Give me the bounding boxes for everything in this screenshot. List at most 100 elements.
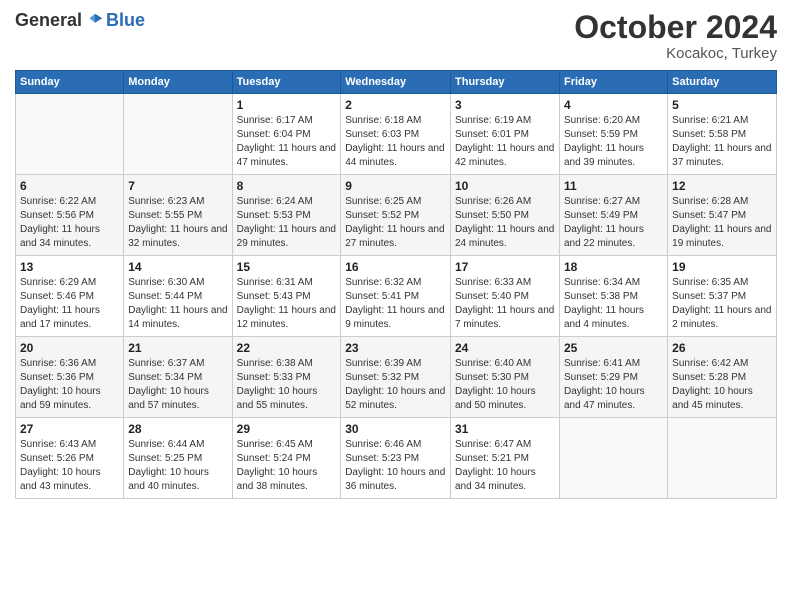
day-number: 12 (672, 179, 772, 193)
day-number: 13 (20, 260, 119, 274)
calendar-cell (16, 94, 124, 175)
logo: General Blue (15, 10, 145, 31)
calendar-cell: 31Sunrise: 6:47 AM Sunset: 5:21 PM Dayli… (451, 418, 560, 499)
day-number: 10 (455, 179, 555, 193)
day-number: 30 (345, 422, 446, 436)
day-info: Sunrise: 6:18 AM Sunset: 6:03 PM Dayligh… (345, 114, 446, 170)
calendar-cell: 8 Sunrise: 6:24 AM Sunset: 5:53 PM Daylig… (232, 175, 341, 256)
day-info: Sunrise: 6:26 AM Sunset: 5:50 PM Dayligh… (455, 195, 555, 251)
day-number: 18 (564, 260, 663, 274)
weekday-header-wednesday: Wednesday (341, 71, 451, 94)
calendar-cell: 7 Sunrise: 6:23 AM Sunset: 5:55 PM Daylig… (124, 175, 232, 256)
day-number: 3 (455, 98, 555, 112)
day-info: Sunrise: 6:36 AM Sunset: 5:36 PM Dayligh… (20, 357, 119, 413)
day-number: 26 (672, 341, 772, 355)
calendar-cell: 1Sunrise: 6:17 AM Sunset: 6:04 PM Daylig… (232, 94, 341, 175)
day-info: Sunrise: 6:32 AM Sunset: 5:41 PM Dayligh… (345, 276, 446, 332)
day-number: 4 (564, 98, 663, 112)
calendar-table: SundayMondayTuesdayWednesdayThursdayFrid… (15, 70, 777, 499)
day-info: Sunrise: 6:22 AM Sunset: 5:56 PM Dayligh… (20, 195, 119, 251)
calendar-cell: 27 Sunrise: 6:43 AM Sunset: 5:26 PM Dayli… (16, 418, 124, 499)
calendar-cell: 15Sunrise: 6:31 AM Sunset: 5:43 PM Dayli… (232, 256, 341, 337)
day-info: Sunrise: 6:23 AM Sunset: 5:55 PM Dayligh… (128, 195, 227, 251)
calendar-cell (668, 418, 777, 499)
calendar-cell: 3 Sunrise: 6:19 AM Sunset: 6:01 PM Daylig… (451, 94, 560, 175)
day-number: 2 (345, 98, 446, 112)
day-info: Sunrise: 6:39 AM Sunset: 5:32 PM Dayligh… (345, 357, 446, 413)
page: General Blue October 2024 Kocakoc, Turke… (0, 0, 792, 612)
day-number: 20 (20, 341, 119, 355)
day-number: 9 (345, 179, 446, 193)
location: Kocakoc, Turkey (574, 45, 777, 62)
day-number: 1 (237, 98, 337, 112)
weekday-header-monday: Monday (124, 71, 232, 94)
weekday-header-sunday: Sunday (16, 71, 124, 94)
day-info: Sunrise: 6:31 AM Sunset: 5:43 PM Dayligh… (237, 276, 337, 332)
calendar-cell: 24 Sunrise: 6:40 AM Sunset: 5:30 PM Dayli… (451, 337, 560, 418)
day-info: Sunrise: 6:21 AM Sunset: 5:58 PM Dayligh… (672, 114, 772, 170)
calendar-cell: 26Sunrise: 6:42 AM Sunset: 5:28 PM Dayli… (668, 337, 777, 418)
day-info: Sunrise: 6:38 AM Sunset: 5:33 PM Dayligh… (237, 357, 337, 413)
calendar-cell: 6 Sunrise: 6:22 AM Sunset: 5:56 PM Daylig… (16, 175, 124, 256)
day-number: 22 (237, 341, 337, 355)
day-info: Sunrise: 6:35 AM Sunset: 5:37 PM Dayligh… (672, 276, 772, 332)
calendar-cell: 23Sunrise: 6:39 AM Sunset: 5:32 PM Dayli… (341, 337, 451, 418)
logo-flag-icon (86, 12, 104, 30)
calendar-cell: 16 Sunrise: 6:32 AM Sunset: 5:41 PM Dayli… (341, 256, 451, 337)
day-info: Sunrise: 6:27 AM Sunset: 5:49 PM Dayligh… (564, 195, 663, 251)
calendar-cell: 9 Sunrise: 6:25 AM Sunset: 5:52 PM Daylig… (341, 175, 451, 256)
day-number: 5 (672, 98, 772, 112)
weekday-header-row: SundayMondayTuesdayWednesdayThursdayFrid… (16, 71, 777, 94)
calendar-cell: 10 Sunrise: 6:26 AM Sunset: 5:50 PM Dayli… (451, 175, 560, 256)
day-info: Sunrise: 6:24 AM Sunset: 5:53 PM Dayligh… (237, 195, 337, 251)
day-number: 14 (128, 260, 227, 274)
day-info: Sunrise: 6:43 AM Sunset: 5:26 PM Dayligh… (20, 438, 119, 494)
day-info: Sunrise: 6:29 AM Sunset: 5:46 PM Dayligh… (20, 276, 119, 332)
calendar-cell: 2 Sunrise: 6:18 AM Sunset: 6:03 PM Daylig… (341, 94, 451, 175)
day-number: 8 (237, 179, 337, 193)
day-info: Sunrise: 6:28 AM Sunset: 5:47 PM Dayligh… (672, 195, 772, 251)
day-info: Sunrise: 6:30 AM Sunset: 5:44 PM Dayligh… (128, 276, 227, 332)
day-info: Sunrise: 6:46 AM Sunset: 5:23 PM Dayligh… (345, 438, 446, 494)
calendar-cell (124, 94, 232, 175)
week-row-2: 6 Sunrise: 6:22 AM Sunset: 5:56 PM Daylig… (16, 175, 777, 256)
title-block: October 2024 Kocakoc, Turkey (574, 10, 777, 62)
week-row-4: 20 Sunrise: 6:36 AM Sunset: 5:36 PM Dayli… (16, 337, 777, 418)
header: General Blue October 2024 Kocakoc, Turke… (15, 10, 777, 62)
week-row-3: 13 Sunrise: 6:29 AM Sunset: 5:46 PM Dayli… (16, 256, 777, 337)
logo-general: General (15, 10, 82, 31)
day-info: Sunrise: 6:37 AM Sunset: 5:34 PM Dayligh… (128, 357, 227, 413)
day-info: Sunrise: 6:25 AM Sunset: 5:52 PM Dayligh… (345, 195, 446, 251)
day-info: Sunrise: 6:41 AM Sunset: 5:29 PM Dayligh… (564, 357, 663, 413)
day-info: Sunrise: 6:33 AM Sunset: 5:40 PM Dayligh… (455, 276, 555, 332)
weekday-header-friday: Friday (559, 71, 667, 94)
day-info: Sunrise: 6:34 AM Sunset: 5:38 PM Dayligh… (564, 276, 663, 332)
weekday-header-thursday: Thursday (451, 71, 560, 94)
weekday-header-saturday: Saturday (668, 71, 777, 94)
calendar-cell: 13 Sunrise: 6:29 AM Sunset: 5:46 PM Dayli… (16, 256, 124, 337)
day-info: Sunrise: 6:40 AM Sunset: 5:30 PM Dayligh… (455, 357, 555, 413)
day-number: 27 (20, 422, 119, 436)
week-row-1: 1Sunrise: 6:17 AM Sunset: 6:04 PM Daylig… (16, 94, 777, 175)
calendar-cell: 28 Sunrise: 6:44 AM Sunset: 5:25 PM Dayli… (124, 418, 232, 499)
calendar-cell: 25Sunrise: 6:41 AM Sunset: 5:29 PM Dayli… (559, 337, 667, 418)
calendar-cell (559, 418, 667, 499)
day-info: Sunrise: 6:44 AM Sunset: 5:25 PM Dayligh… (128, 438, 227, 494)
calendar-cell: 5 Sunrise: 6:21 AM Sunset: 5:58 PM Daylig… (668, 94, 777, 175)
calendar-cell: 21Sunrise: 6:37 AM Sunset: 5:34 PM Dayli… (124, 337, 232, 418)
calendar-cell: 18 Sunrise: 6:34 AM Sunset: 5:38 PM Dayli… (559, 256, 667, 337)
day-number: 16 (345, 260, 446, 274)
day-number: 7 (128, 179, 227, 193)
day-number: 28 (128, 422, 227, 436)
calendar-cell: 30 Sunrise: 6:46 AM Sunset: 5:23 PM Dayli… (341, 418, 451, 499)
day-number: 24 (455, 341, 555, 355)
day-number: 6 (20, 179, 119, 193)
logo-blue: Blue (106, 10, 145, 31)
day-number: 29 (237, 422, 337, 436)
calendar-cell: 20 Sunrise: 6:36 AM Sunset: 5:36 PM Dayli… (16, 337, 124, 418)
day-number: 17 (455, 260, 555, 274)
weekday-header-tuesday: Tuesday (232, 71, 341, 94)
day-number: 11 (564, 179, 663, 193)
day-info: Sunrise: 6:19 AM Sunset: 6:01 PM Dayligh… (455, 114, 555, 170)
month-title: October 2024 (574, 10, 777, 45)
